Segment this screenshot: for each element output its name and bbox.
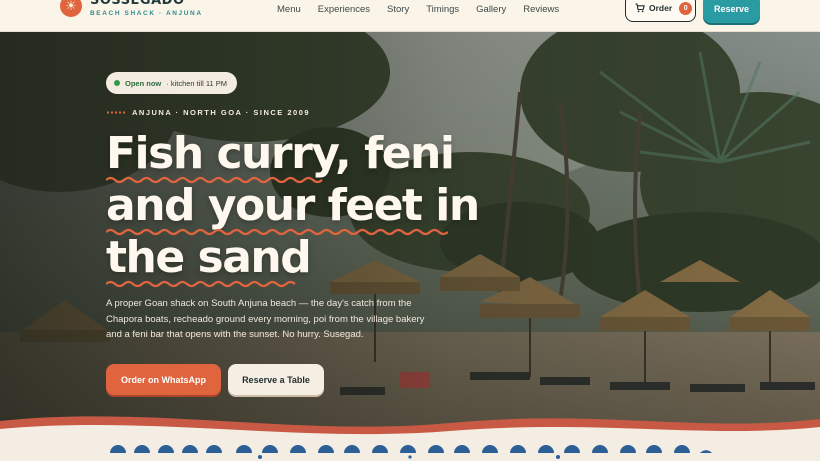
wave-pattern-divider <box>0 416 820 461</box>
site-header: ☀ SOSSEGADO BEACH SHACK · ANJUNA Menu Ex… <box>0 0 820 32</box>
headline-line-3: the sand <box>106 232 486 288</box>
nav-timings[interactable]: Timings <box>426 4 459 15</box>
hero-eyebrow: ANJUNA · NORTH GOA · SINCE 2009 <box>106 108 310 117</box>
squiggle-underline <box>106 280 296 288</box>
nav-gallery[interactable]: Gallery <box>476 4 506 15</box>
cart-icon <box>635 3 645 13</box>
nav-menu[interactable]: Menu <box>277 4 301 15</box>
cart-count-badge: 0 <box>679 1 693 15</box>
order-label: Order <box>649 3 673 13</box>
nav-reviews[interactable]: Reviews <box>523 4 559 15</box>
hero-section: Open now · kitchen till 11 PM ANJUNA · N… <box>0 32 820 461</box>
nav-story[interactable]: Story <box>387 4 409 15</box>
headline-text-1: Fish curry, feni <box>106 128 455 179</box>
hero-description: A proper Goan shack on South Anjuna beac… <box>106 298 425 340</box>
brand-tagline: BEACH SHACK · ANJUNA <box>90 10 203 17</box>
reserve-table-button[interactable]: Reserve a Table <box>228 364 324 395</box>
reserve-button[interactable]: Reserve <box>703 0 760 23</box>
brand-name: SOSSEGADO <box>90 0 185 8</box>
open-status-badge: Open now · kitchen till 11 PM <box>106 72 237 94</box>
hero-headline: Fish curry, feni and your feet in the sa… <box>106 128 486 288</box>
status-dot-icon <box>114 80 120 86</box>
open-status-strong: Open now <box>125 78 162 88</box>
dots-decoration <box>106 111 126 114</box>
order-whatsapp-button[interactable]: Order on WhatsApp <box>106 364 221 395</box>
open-status-detail: · kitchen till 11 PM <box>166 78 227 88</box>
order-button[interactable]: Order 0 <box>625 0 696 22</box>
headline-line-1: Fish curry, feni <box>106 128 486 184</box>
main-nav: Menu Experiences Story Timings Gallery R… <box>277 4 559 15</box>
headline-line-2: and your feet in <box>106 180 486 236</box>
eyebrow-text: ANJUNA · NORTH GOA · SINCE 2009 <box>132 108 311 117</box>
sun-icon: ☀ <box>60 0 82 17</box>
headline-text-3: the sand <box>106 232 312 283</box>
brand-logo[interactable]: ☀ SOSSEGADO BEACH SHACK · ANJUNA <box>60 0 203 17</box>
nav-experiences[interactable]: Experiences <box>318 4 370 15</box>
headline-text-2: and your feet in <box>106 180 480 231</box>
